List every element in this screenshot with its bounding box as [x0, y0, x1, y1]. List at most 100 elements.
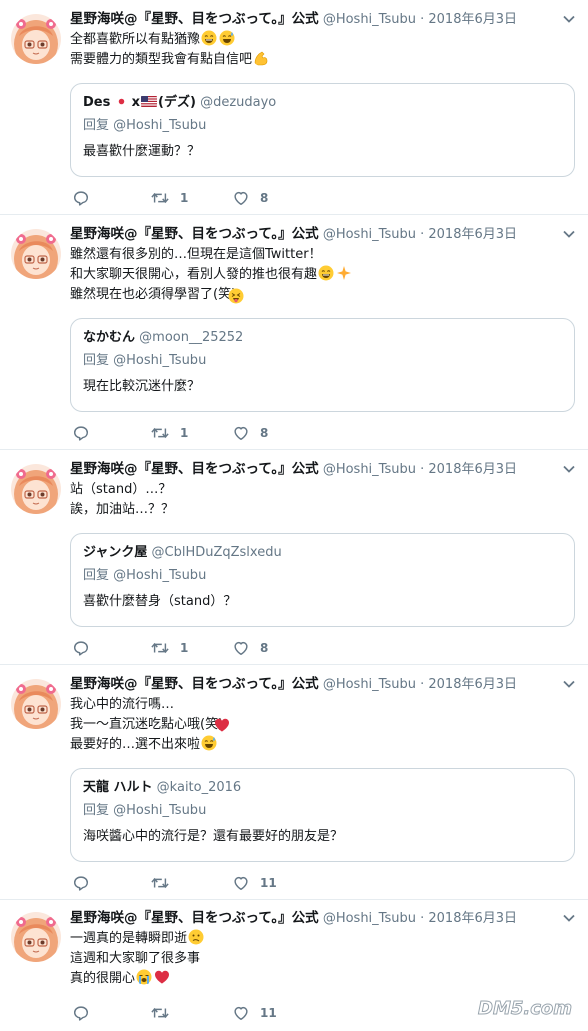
tweet[interactable]: 星野海咲@『星野、目をつぶって。』公式 @Hoshi_Tsubu · 2018年… — [0, 665, 588, 900]
tweet-date[interactable]: 2018年6月3日 — [428, 462, 517, 477]
chevron-down-icon[interactable] — [562, 913, 576, 923]
author-name[interactable]: 星野海咲@『星野、目をつぶって。』公式 — [70, 11, 319, 27]
reply-button[interactable] — [72, 873, 90, 893]
author-handle[interactable]: @Hoshi_Tsubu — [323, 911, 416, 926]
tweet[interactable]: 星野海咲@『星野、目をつぶって。』公式 @Hoshi_Tsubu · 2018年… — [0, 450, 588, 665]
retweet-count: 1 — [180, 191, 189, 205]
retweet-button[interactable] — [150, 1003, 180, 1023]
quote-author-name: 天龍 ハルト — [83, 780, 153, 795]
separator: · — [420, 911, 425, 926]
flexed-biceps-emoji-icon — [253, 50, 269, 66]
quote-author-name: Des — [83, 95, 111, 110]
tweet-line: 全都喜歡所以有點猶豫 — [70, 32, 201, 47]
heart-icon — [232, 189, 250, 207]
sparkles-emoji-icon — [336, 265, 352, 281]
reply-button[interactable] — [72, 188, 90, 208]
author-handle[interactable]: @Hoshi_Tsubu — [323, 677, 416, 692]
retweet-icon — [150, 874, 170, 892]
dm5-watermark-logo: DM5.com — [478, 998, 573, 1020]
quoted-tweet[interactable]: Des x (デズ) @dezudayo 回复 @Hoshi_Tsubu 最喜歡什… — [70, 83, 575, 177]
reply-button[interactable] — [72, 638, 90, 658]
reply-to-handle[interactable]: @Hoshi_Tsubu — [113, 803, 206, 818]
reply-context: 回复 @Hoshi_Tsubu — [83, 352, 206, 370]
quoted-tweet[interactable]: なかむん @moon__25252 回复 @Hoshi_Tsubu 現在比較沉迷… — [70, 318, 575, 412]
tweet-header: 星野海咲@『星野、目をつぶって。』公式 @Hoshi_Tsubu · 2018年… — [70, 909, 517, 927]
author-handle[interactable]: @Hoshi_Tsubu — [323, 227, 416, 242]
quote-author-handle: @kaito_2016 — [156, 780, 242, 795]
tweet-line: 和大家聊天很開心，看別人發的推也很有趣 — [70, 267, 318, 282]
tweet-text: 站（stand）…？ 誒，加油站…？？ — [70, 480, 570, 520]
quote-author-name: なかむん — [83, 330, 136, 345]
retweet-button[interactable]: 1 — [150, 423, 188, 443]
retweet-button[interactable] — [150, 873, 180, 893]
quote-text: 喜歡什麼替身（stand）？ — [83, 594, 237, 609]
like-button[interactable]: 8 — [232, 188, 268, 208]
tweet-text: 全都喜歡所以有點猶豫 需要體力的類型我會有點自信吧 — [70, 30, 570, 70]
reply-button[interactable] — [72, 423, 90, 443]
tweet-header: 星野海咲@『星野、目をつぶって。』公式 @Hoshi_Tsubu · 2018年… — [70, 10, 517, 28]
chevron-down-icon[interactable] — [562, 14, 576, 24]
tweet-date[interactable]: 2018年6月3日 — [428, 911, 517, 926]
quote-text: 現在比較沉迷什麼？ — [83, 379, 201, 394]
reply-icon — [72, 424, 90, 442]
like-button[interactable]: 11 — [232, 1003, 277, 1023]
separator: · — [420, 462, 425, 477]
avatar[interactable] — [11, 464, 61, 514]
retweet-button[interactable]: 1 — [150, 188, 188, 208]
tongue-wink-emoji-icon — [228, 288, 244, 304]
like-button[interactable]: 8 — [232, 423, 268, 443]
like-count: 11 — [260, 876, 277, 890]
tweet-actions: 11 — [72, 873, 372, 893]
quote-text: 最喜歡什麼運動？？ — [83, 144, 201, 159]
author-handle[interactable]: @Hoshi_Tsubu — [323, 12, 416, 27]
tweet-line: 我一～直沉迷吃點心哦(笑) — [70, 717, 224, 732]
quote-author-name: ジャンク屋 — [83, 545, 148, 560]
like-button[interactable]: 11 — [232, 873, 277, 893]
chevron-down-icon[interactable] — [562, 679, 576, 689]
tweet-actions: 1 8 — [72, 638, 372, 658]
quoted-tweet[interactable]: 天龍 ハルト @kaito_2016 回复 @Hoshi_Tsubu 海咲醬心中… — [70, 768, 575, 862]
avatar[interactable] — [11, 912, 61, 962]
avatar[interactable] — [11, 14, 61, 64]
tweet-date[interactable]: 2018年6月3日 — [428, 677, 517, 692]
reply-to-handle[interactable]: @Hoshi_Tsubu — [113, 353, 206, 368]
author-name[interactable]: 星野海咲@『星野、目をつぶって。』公式 — [70, 676, 319, 692]
quoted-tweet[interactable]: ジャンク屋 @CblHDuZqZslxedu 回复 @Hoshi_Tsubu 喜… — [70, 533, 575, 627]
tweet-header: 星野海咲@『星野、目をつぶって。』公式 @Hoshi_Tsubu · 2018年… — [70, 225, 517, 243]
retweet-icon — [150, 639, 170, 657]
reply-context: 回复 @Hoshi_Tsubu — [83, 117, 206, 135]
confused-face-emoji-icon — [188, 929, 204, 945]
grinning-emoji-icon — [318, 265, 334, 281]
reply-to-handle[interactable]: @Hoshi_Tsubu — [113, 118, 206, 133]
retweet-button[interactable]: 1 — [150, 638, 188, 658]
tweet-date[interactable]: 2018年6月3日 — [428, 12, 517, 27]
retweet-icon — [150, 1004, 170, 1022]
tweet-line: 需要體力的類型我會有點自信吧 — [70, 52, 253, 67]
tweet-text: 我心中的流行嗎… 我一～直沉迷吃點心哦(笑) 最要好的…選不出來啦 — [70, 695, 570, 755]
reply-button[interactable] — [72, 1003, 90, 1023]
heart-icon — [232, 424, 250, 442]
separator: · — [420, 227, 425, 242]
tweet-date[interactable]: 2018年6月3日 — [428, 227, 517, 242]
author-name[interactable]: 星野海咲@『星野、目をつぶって。』公式 — [70, 910, 319, 926]
tweet[interactable]: 星野海咲@『星野、目をつぶって。』公式 @Hoshi_Tsubu · 2018年… — [0, 215, 588, 450]
tweet[interactable]: 星野海咲@『星野、目をつぶって。』公式 @Hoshi_Tsubu · 2018年… — [0, 0, 588, 215]
reply-context: 回复 @Hoshi_Tsubu — [83, 802, 206, 820]
avatar[interactable] — [11, 229, 61, 279]
chevron-down-icon[interactable] — [562, 229, 576, 239]
author-name[interactable]: 星野海咲@『星野、目をつぶって。』公式 — [70, 226, 319, 242]
retweet-count: 1 — [180, 641, 189, 655]
author-name[interactable]: 星野海咲@『星野、目をつぶって。』公式 — [70, 461, 319, 477]
reply-prefix: 回复 — [83, 568, 110, 583]
quote-author-name-tail: (デズ) — [158, 95, 196, 110]
chevron-down-icon[interactable] — [562, 464, 576, 474]
avatar[interactable] — [11, 679, 61, 729]
quote-author-handle: @moon__25252 — [139, 330, 244, 345]
like-button[interactable]: 8 — [232, 638, 268, 658]
author-handle[interactable]: @Hoshi_Tsubu — [323, 462, 416, 477]
red-heart-emoji-icon — [214, 717, 230, 733]
quote-author-name-suffix: x — [131, 95, 141, 110]
grinning-sweat-emoji-icon — [201, 30, 217, 46]
red-heart-emoji-icon — [154, 969, 170, 985]
reply-to-handle[interactable]: @Hoshi_Tsubu — [113, 568, 206, 583]
